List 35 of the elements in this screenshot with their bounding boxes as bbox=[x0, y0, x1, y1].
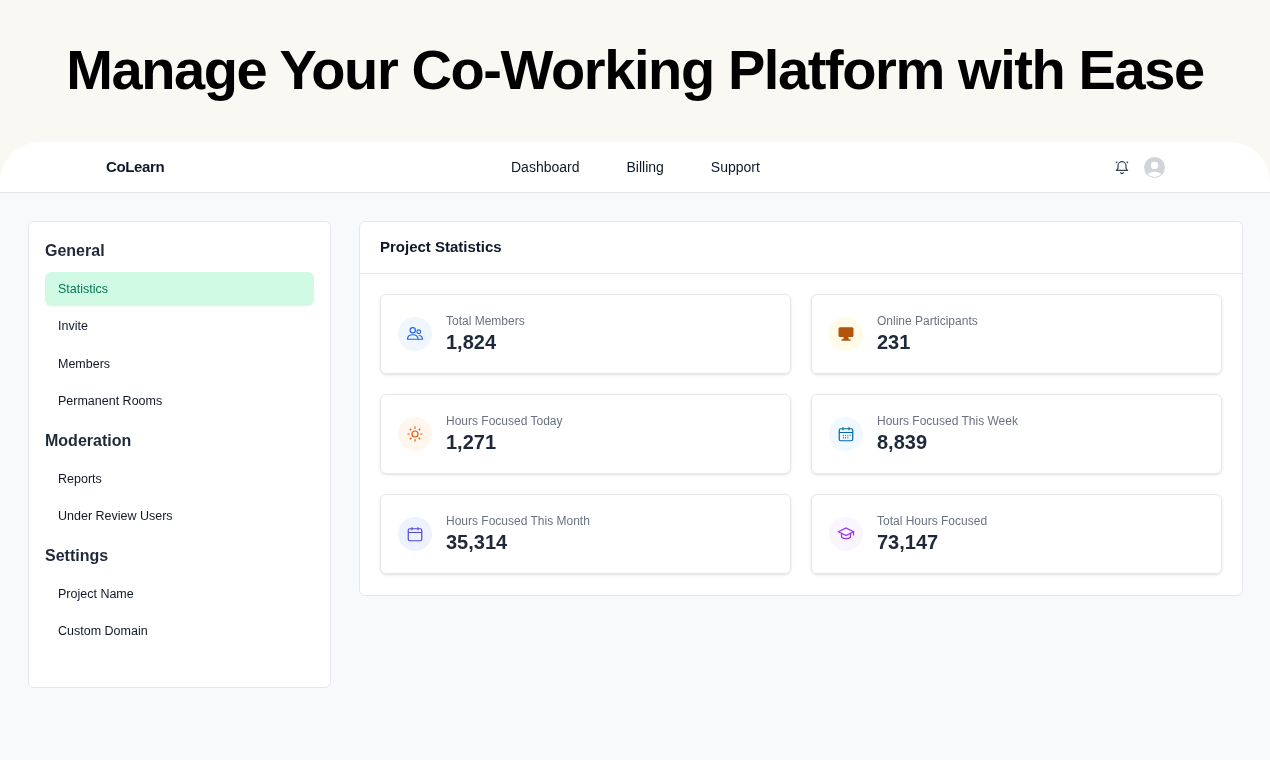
logo[interactable]: CoLearn bbox=[106, 155, 165, 179]
sidebar-item[interactable]: Invite bbox=[45, 309, 314, 344]
sidebar-item[interactable]: Custom Domain bbox=[45, 614, 314, 649]
stat-label: Hours Focused This Month bbox=[446, 513, 590, 529]
stat-label: Hours Focused This Week bbox=[877, 413, 1018, 429]
stat-label: Total Members bbox=[446, 313, 525, 329]
headline: Manage Your Co-Working Platform with Ease bbox=[66, 37, 1204, 103]
section-heading: Settings bbox=[45, 546, 110, 566]
monitor-icon bbox=[837, 325, 855, 343]
stat-label: Online Participants bbox=[877, 313, 978, 329]
stat-value: 1,824 bbox=[446, 330, 498, 355]
stat-value: 35,314 bbox=[446, 530, 509, 555]
stat-value: 1,271 bbox=[446, 430, 498, 455]
sidebar-item[interactable]: Statistics bbox=[45, 272, 314, 306]
nav-link[interactable]: Support bbox=[710, 156, 760, 178]
sun-icon bbox=[406, 425, 424, 443]
panel-title: Project Statistics bbox=[380, 237, 502, 258]
nav-link[interactable]: Dashboard bbox=[511, 156, 580, 178]
sidebar-item[interactable]: Permanent Rooms bbox=[45, 384, 314, 419]
sidebar-item[interactable]: Under Review Users bbox=[45, 499, 314, 534]
stat-value: 8,839 bbox=[877, 430, 929, 455]
sidebar-item[interactable]: Reports bbox=[45, 462, 314, 496]
sidebar-item[interactable]: Members bbox=[45, 347, 314, 381]
stat-value: 231 bbox=[877, 330, 912, 355]
stat-label: Hours Focused Today bbox=[446, 413, 563, 429]
section-heading: Moderation bbox=[45, 431, 133, 451]
notification-bell-icon[interactable] bbox=[1114, 159, 1130, 175]
users-icon bbox=[406, 325, 424, 343]
calendar-icon bbox=[837, 425, 855, 443]
stat-label: Total Hours Focused bbox=[877, 513, 988, 529]
section-heading: General bbox=[45, 241, 106, 261]
calendar-icon bbox=[406, 525, 424, 543]
sidebar-item[interactable]: Project Name bbox=[45, 577, 314, 611]
stat-value: 73,147 bbox=[877, 530, 940, 555]
nav-link[interactable]: Billing bbox=[626, 156, 664, 178]
